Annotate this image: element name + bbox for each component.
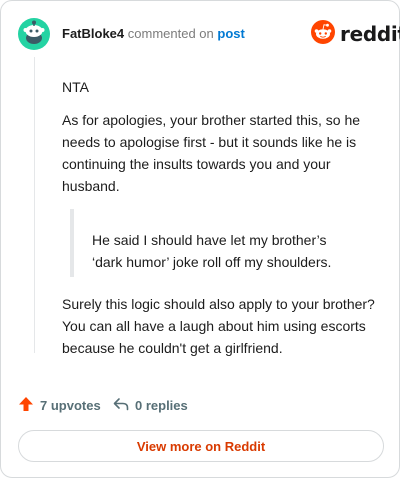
blockquote: He said I should have let my brother’s ‘… — [70, 209, 370, 277]
upvote-count: 7 upvotes — [40, 398, 101, 413]
comment-paragraph-2: Surely this logic should also apply to y… — [62, 296, 375, 356]
replies-button[interactable]: 0 replies — [113, 396, 188, 415]
post-link[interactable]: post — [217, 26, 244, 41]
upvote-arrow-icon — [18, 396, 34, 415]
reddit-comment-embed: FatBloke4 commented on post reddit NTA A… — [0, 0, 400, 478]
thread-line — [34, 57, 35, 353]
snoo-avatar-icon[interactable] — [18, 18, 50, 50]
reddit-logo-icon — [311, 19, 335, 49]
reddit-logo[interactable]: reddit — [311, 19, 400, 49]
blockquote-text: He said I should have let my brother’s ‘… — [92, 232, 332, 270]
comment-verdict: NTA — [62, 79, 89, 95]
view-more-button[interactable]: View more on Reddit — [18, 430, 384, 462]
comment-paragraph-1: As for apologies, your brother started t… — [62, 112, 361, 194]
comment-header: FatBloke4 commented on post — [62, 26, 245, 42]
username-link[interactable]: FatBloke4 — [62, 26, 124, 41]
reddit-wordmark: reddit — [340, 22, 400, 46]
reply-arrow-icon — [113, 396, 129, 415]
upvote-button[interactable]: 7 upvotes — [18, 396, 101, 415]
replies-count: 0 replies — [135, 398, 188, 413]
commented-on-text: commented on — [127, 26, 214, 41]
